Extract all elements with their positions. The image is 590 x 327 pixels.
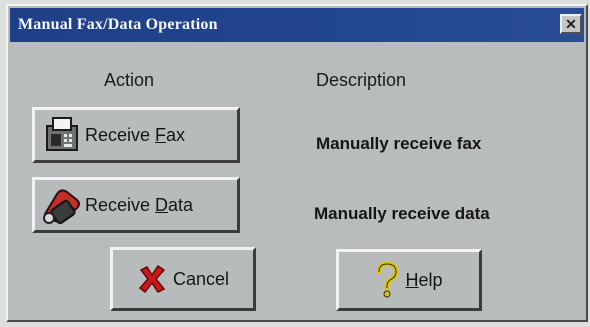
receive-fax-accelerator: F bbox=[155, 124, 167, 145]
telephone-handset-icon bbox=[39, 184, 85, 226]
receive-fax-label-prefix: Receive bbox=[85, 124, 156, 145]
close-icon: ✕ bbox=[565, 16, 577, 32]
receive-fax-button[interactable]: Receive Fax bbox=[32, 107, 240, 163]
cancel-button[interactable]: Cancel bbox=[110, 247, 256, 311]
receive-data-accelerator: D bbox=[155, 194, 169, 215]
title-bar[interactable]: Manual Fax/Data Operation ✕ bbox=[10, 8, 584, 42]
help-label-suffix: elp bbox=[418, 269, 443, 290]
action-column-header: Action bbox=[104, 70, 155, 90]
receive-data-button[interactable]: Receive Data bbox=[32, 177, 240, 233]
receive-fax-label: Receive Fax bbox=[85, 125, 185, 146]
receive-data-label: Receive Data bbox=[85, 195, 193, 216]
red-x-icon bbox=[137, 264, 167, 294]
description-column-header: Description bbox=[316, 70, 407, 90]
receive-data-label-prefix: Receive bbox=[85, 194, 156, 215]
receive-data-label-suffix: ata bbox=[168, 194, 194, 215]
receive-fax-description: Manually receive fax bbox=[316, 134, 482, 153]
receive-fax-label-suffix: ax bbox=[166, 124, 186, 145]
screen-background: Manual Fax/Data Operation ✕ Action Descr… bbox=[0, 0, 590, 327]
fax-machine-icon bbox=[43, 116, 81, 154]
receive-data-description: Manually receive data bbox=[314, 204, 490, 223]
manual-fax-data-dialog: Manual Fax/Data Operation ✕ Action Descr… bbox=[6, 4, 588, 322]
question-mark-icon bbox=[375, 262, 399, 298]
help-label: Help bbox=[405, 270, 442, 291]
window-title: Manual Fax/Data Operation bbox=[18, 16, 218, 33]
help-accelerator: H bbox=[405, 269, 419, 290]
help-button[interactable]: Help bbox=[336, 249, 482, 311]
cancel-label: Cancel bbox=[172, 268, 230, 289]
close-button[interactable]: ✕ bbox=[560, 14, 582, 34]
